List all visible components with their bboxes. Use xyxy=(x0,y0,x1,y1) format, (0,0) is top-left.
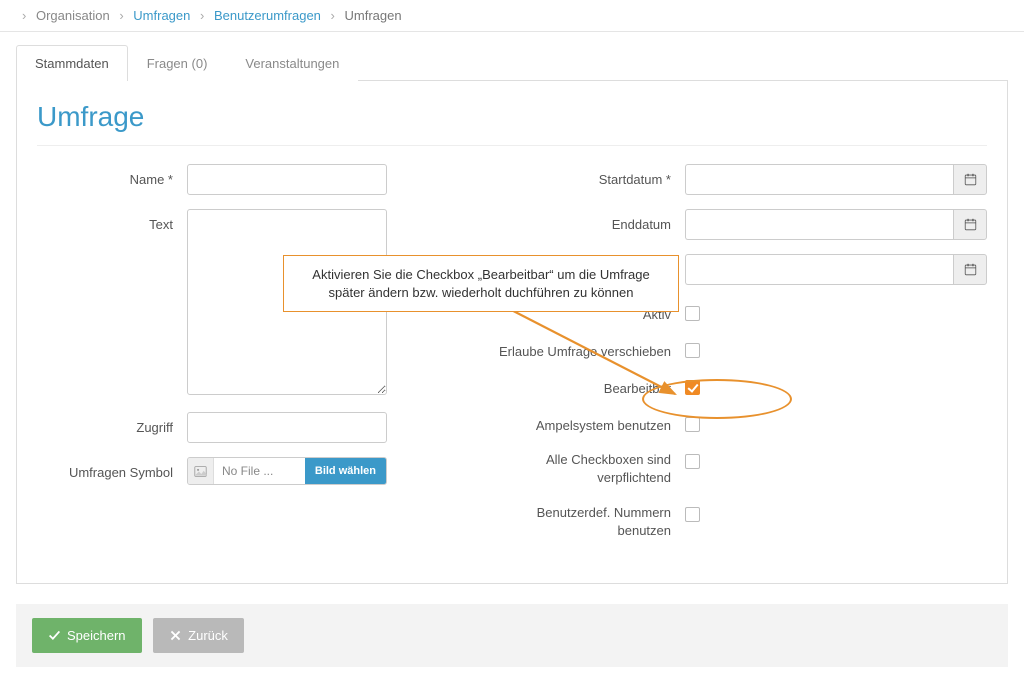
chevron-right-icon: › xyxy=(200,8,204,23)
file-none-label: No File ... xyxy=(214,464,305,478)
footer-bar: Speichern Zurück xyxy=(16,604,1008,667)
calendar-button-showfrom[interactable] xyxy=(953,254,987,285)
chevron-right-icon: › xyxy=(22,8,26,23)
breadcrumb: › Organisation › Umfragen › Benutzerumfr… xyxy=(0,0,1024,32)
zugriff-input[interactable] xyxy=(187,412,387,443)
image-placeholder-icon xyxy=(188,458,214,484)
breadcrumb-current: Umfragen xyxy=(345,8,402,23)
bearbeitbar-checkbox[interactable] xyxy=(685,380,700,395)
breadcrumb-link-umfragen[interactable]: Umfragen xyxy=(133,8,190,23)
tab-fragen[interactable]: Fragen (0) xyxy=(128,45,227,81)
save-button[interactable]: Speichern xyxy=(32,618,142,653)
form-card: Umfrage Name * Text Zugriff Umfragen Sy xyxy=(16,81,1008,584)
enddatum-input[interactable] xyxy=(685,209,953,240)
label-symbol: Umfragen Symbol xyxy=(37,457,187,480)
calendar-button-start[interactable] xyxy=(953,164,987,195)
calendar-icon xyxy=(964,263,977,276)
zeigen-ab-input[interactable] xyxy=(685,254,953,285)
calendar-button-end[interactable] xyxy=(953,209,987,240)
shift-checkbox[interactable] xyxy=(685,343,700,358)
file-picker: No File ... Bild wählen xyxy=(187,457,387,485)
callout-annotation: Aktivieren Sie die Checkbox „Bearbeitbar… xyxy=(283,255,679,312)
check-icon xyxy=(48,629,61,642)
back-button-label: Zurück xyxy=(188,628,228,643)
tab-stammdaten[interactable]: Stammdaten xyxy=(16,45,128,81)
breadcrumb-item: Organisation xyxy=(36,8,110,23)
divider xyxy=(37,145,987,146)
label-startdatum: Startdatum * xyxy=(495,164,685,187)
chevron-right-icon: › xyxy=(331,8,335,23)
label-shift: Erlaube Umfrage verschieben xyxy=(495,336,685,359)
back-button[interactable]: Zurück xyxy=(153,618,244,653)
label-ampel: Ampelsystem benutzen xyxy=(495,410,685,433)
page-title: Umfrage xyxy=(37,101,987,133)
usernum-checkbox[interactable] xyxy=(685,507,700,522)
ampel-checkbox[interactable] xyxy=(685,417,700,432)
allcb-checkbox[interactable] xyxy=(685,454,700,469)
breadcrumb-link-benutzerumfragen[interactable]: Benutzerumfragen xyxy=(214,8,321,23)
label-allcb: Alle Checkboxen sind verpflichtend xyxy=(495,447,685,486)
label-enddatum: Enddatum xyxy=(495,209,685,232)
calendar-icon xyxy=(964,173,977,186)
choose-file-button[interactable]: Bild wählen xyxy=(305,458,386,484)
label-zugriff: Zugriff xyxy=(37,412,187,435)
name-input[interactable] xyxy=(187,164,387,195)
aktiv-checkbox[interactable] xyxy=(685,306,700,321)
save-button-label: Speichern xyxy=(67,628,126,643)
close-icon xyxy=(169,629,182,642)
label-usernum: Benutzerdef. Nummern benutzen xyxy=(495,500,685,539)
tab-veranstaltungen[interactable]: Veranstaltungen xyxy=(226,45,358,81)
calendar-icon xyxy=(964,218,977,231)
label-text: Text xyxy=(37,209,187,232)
startdatum-input[interactable] xyxy=(685,164,953,195)
tabs: Stammdaten Fragen (0) Veranstaltungen xyxy=(16,44,1008,81)
chevron-right-icon: › xyxy=(119,8,123,23)
label-bearbeitbar: Bearbeitbar xyxy=(495,373,685,396)
label-name: Name * xyxy=(37,164,187,187)
